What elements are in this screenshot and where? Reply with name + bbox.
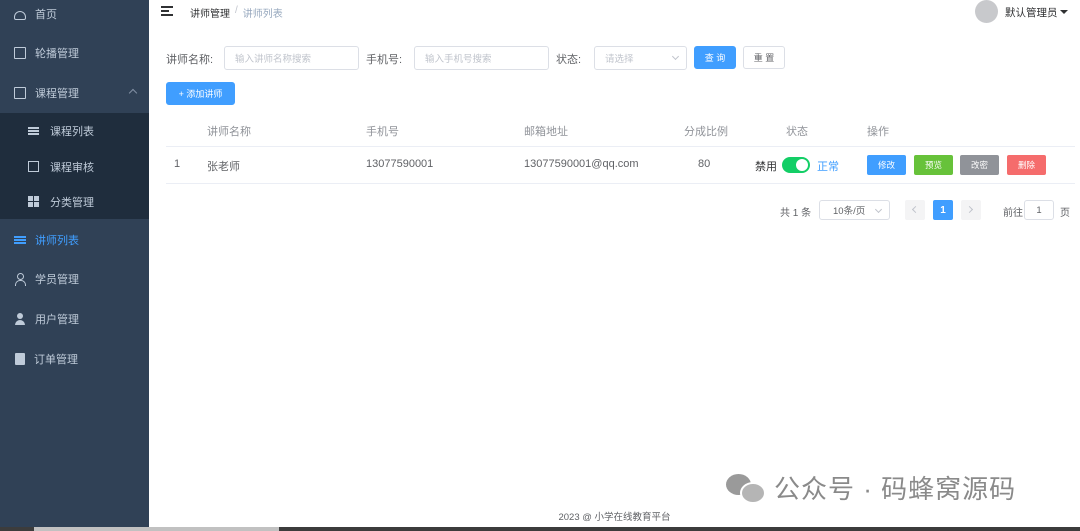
watermark: 公众号 · 码蜂窝源码 (726, 469, 1016, 506)
status-select-placeholder: 请选择 (605, 54, 634, 65)
phone-cell: 13077590001 (366, 158, 434, 170)
column-header: 讲师名称 (207, 126, 251, 138)
divider (166, 146, 1075, 147)
header: 讲师管理 / 讲师列表 默认管理员 (149, 0, 1080, 24)
footer: 2023 @ 小学在线教育平台 (558, 512, 671, 523)
divider (166, 183, 1075, 184)
sidebar-item-course-management[interactable]: 课程管理 (0, 73, 149, 113)
sidebar-item-label: 用户管理 (35, 314, 79, 326)
query-button[interactable]: 查 询 (694, 46, 736, 69)
sidebar-item-category[interactable]: 分类管理 (0, 184, 149, 219)
goto-label: 前往 (1003, 208, 1023, 219)
column-header: 分成比例 (684, 126, 728, 138)
delete-button[interactable]: 删除 (1007, 155, 1046, 175)
reset-button[interactable]: 重 置 (743, 46, 785, 69)
page-number[interactable]: 1 (933, 200, 953, 220)
status-select[interactable]: 请选择 (594, 46, 687, 70)
phone-search-input[interactable]: 输入手机号搜索 (414, 46, 549, 70)
sidebar-item-label: 订单管理 (34, 354, 78, 366)
sidebar-item-label: 课程管理 (35, 88, 79, 100)
document-icon (14, 87, 26, 99)
avatar[interactable] (975, 0, 998, 23)
sidebar-item-course-list[interactable]: 课程列表 (0, 113, 149, 148)
goto-page-input[interactable]: 1 (1024, 200, 1054, 220)
sidebar-item-label: 分类管理 (50, 196, 94, 209)
sidebar-item-home[interactable]: 首页 (0, 0, 149, 34)
prev-page-button[interactable] (905, 200, 925, 220)
dashboard-icon (14, 10, 26, 20)
hamburger-icon[interactable] (161, 6, 173, 16)
page-size-select[interactable]: 10条/页 (819, 200, 890, 220)
breadcrumb-separator: / (235, 5, 238, 16)
sidebar-item-label: 课程列表 (50, 125, 94, 138)
caret-down-icon[interactable] (1060, 10, 1068, 14)
sidebar-item-teacher-list[interactable]: 讲师列表 (0, 220, 149, 260)
column-header: 邮箱地址 (524, 126, 568, 138)
ratio-cell: 80 (698, 158, 711, 170)
sidebar-item-label: 轮播管理 (35, 48, 79, 60)
watermark-text: 公众号 · 码蜂窝源码 (774, 474, 1017, 504)
chevron-down-icon (671, 52, 680, 61)
edit-button[interactable]: 修改 (867, 155, 906, 175)
sidebar: 首页 轮播管理 课程管理 课程列表 课程审核 分类管理 讲师列表 学员管理 用户… (0, 0, 149, 531)
sidebar-item-users[interactable]: 用户管理 (0, 299, 149, 339)
person-icon (14, 313, 26, 325)
chevron-left-icon (911, 205, 920, 214)
sidebar-item-orders[interactable]: 订单管理 (0, 339, 149, 379)
sidebar-item-label: 课程审核 (50, 161, 94, 174)
breadcrumb-current: 讲师列表 (242, 9, 283, 20)
grid-icon (28, 196, 39, 207)
status-label: 状态: (556, 54, 582, 66)
checkbox-icon (28, 161, 39, 172)
add-teacher-button[interactable]: + 添加讲师 (166, 82, 235, 105)
page-size-value: 10条/页 (833, 206, 866, 217)
column-header: 手机号 (366, 126, 399, 138)
next-page-button[interactable] (961, 200, 981, 220)
sidebar-item-course-review[interactable]: 课程审核 (0, 149, 149, 184)
sidebar-item-label: 学员管理 (35, 274, 79, 286)
person-outline-icon (14, 273, 26, 286)
column-header: 状态 (786, 126, 808, 138)
wechat-icon (726, 472, 766, 504)
email-cell: 13077590001@qq.com (524, 158, 639, 170)
chevron-right-icon (965, 205, 974, 214)
breadcrumb: 讲师管理 / 讲师列表 (190, 5, 283, 20)
chevron-up-icon (128, 88, 138, 98)
list-icon (28, 125, 39, 136)
change-password-button[interactable]: 改密 (960, 155, 999, 175)
chevron-down-icon (874, 205, 883, 214)
row-index: 1 (174, 158, 181, 170)
sidebar-item-students[interactable]: 学员管理 (0, 259, 149, 299)
name-label: 讲师名称: (166, 54, 214, 66)
screen-icon (14, 47, 26, 59)
breadcrumb-item[interactable]: 讲师管理 (190, 5, 230, 20)
clipboard-icon (15, 353, 25, 365)
column-header: 操作 (867, 126, 889, 138)
teacher-name-cell: 张老师 (207, 161, 240, 173)
pagination-total: 共 1 条 (780, 208, 812, 219)
name-search-input[interactable]: 输入讲师名称搜索 (224, 46, 359, 70)
status-off-label: 禁用 (755, 161, 777, 173)
horizontal-scrollbar[interactable] (34, 527, 279, 531)
sidebar-item-label: 首页 (35, 9, 57, 21)
list-icon (14, 234, 26, 246)
phone-label: 手机号: (366, 54, 403, 66)
preview-button[interactable]: 预览 (914, 155, 953, 175)
status-on-label: 正常 (817, 161, 839, 173)
app-root: 首页 轮播管理 课程管理 课程列表 课程审核 分类管理 讲师列表 学员管理 用户… (0, 0, 1080, 531)
sidebar-item-carousel[interactable]: 轮播管理 (0, 33, 149, 73)
user-name[interactable]: 默认管理员 (1005, 5, 1058, 20)
goto-suffix: 页 (1060, 208, 1070, 219)
sidebar-item-label: 讲师列表 (35, 235, 79, 247)
status-toggle[interactable] (782, 157, 810, 173)
